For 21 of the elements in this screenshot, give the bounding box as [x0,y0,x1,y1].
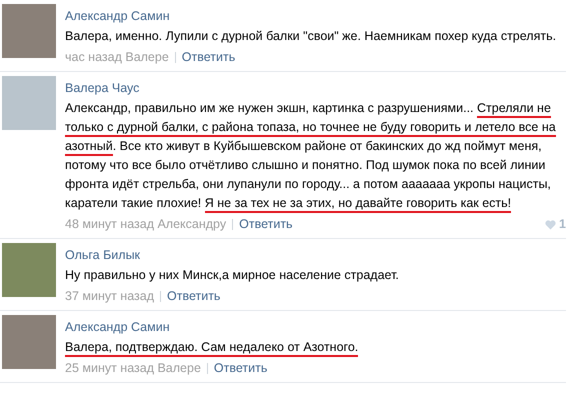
heart-icon [545,220,556,230]
timestamp: 48 минут назад Александру [65,216,226,233]
comment-text: Валера, именно. Лупили с дурной балки "свои" же. Наемникам похер куда стрелять. [65,28,558,45]
author-link[interactable]: Ольга Билык [65,247,140,264]
comment-text: Александр, правильно им же нужен экшн, картинка с разрушениями... Стреляли не только с дурной балки, с района топаза, но точнее не буду говорить и летело все на азотный. Все кто живут в Куйбышевском районе от бакинских до жд поймут меня, потому что все было отчётливо слышно и понятно. Под шумок пока по всей линии фронта идёт стрельба, они лупанули по городу... а потом ааааааа укропы нацисты, каратели такие плохие! Я не за тех не за этих, но давайте говорить как есть! [65,99,566,213]
reply-link[interactable]: Ответить [239,216,293,233]
reply-link[interactable]: Ответить [214,360,268,377]
comment-text: Валера, подтверждаю. Сам недалеко от Азотного. [65,338,566,357]
reply-link[interactable]: Ответить [167,288,220,305]
avatar-photo-placeholder[interactable] [2,315,56,369]
author-link[interactable]: Валера Чаус [65,80,140,97]
author-link[interactable]: Александр Самин [65,8,170,25]
author-link[interactable]: Александр Самин [65,319,170,336]
avatar-photo-placeholder[interactable] [2,76,56,130]
avatar-photo-placeholder[interactable] [2,4,56,58]
timestamp: час назад Валере [65,49,169,66]
avatar-photo-placeholder[interactable] [2,243,56,297]
comment-text: Ну правильно у них Минск,а мирное население страдает. [65,267,400,284]
timestamp: 25 минут назад Валере [65,360,201,377]
timestamp: 37 минут назад [65,288,154,305]
reply-link[interactable]: Ответить [182,49,236,66]
